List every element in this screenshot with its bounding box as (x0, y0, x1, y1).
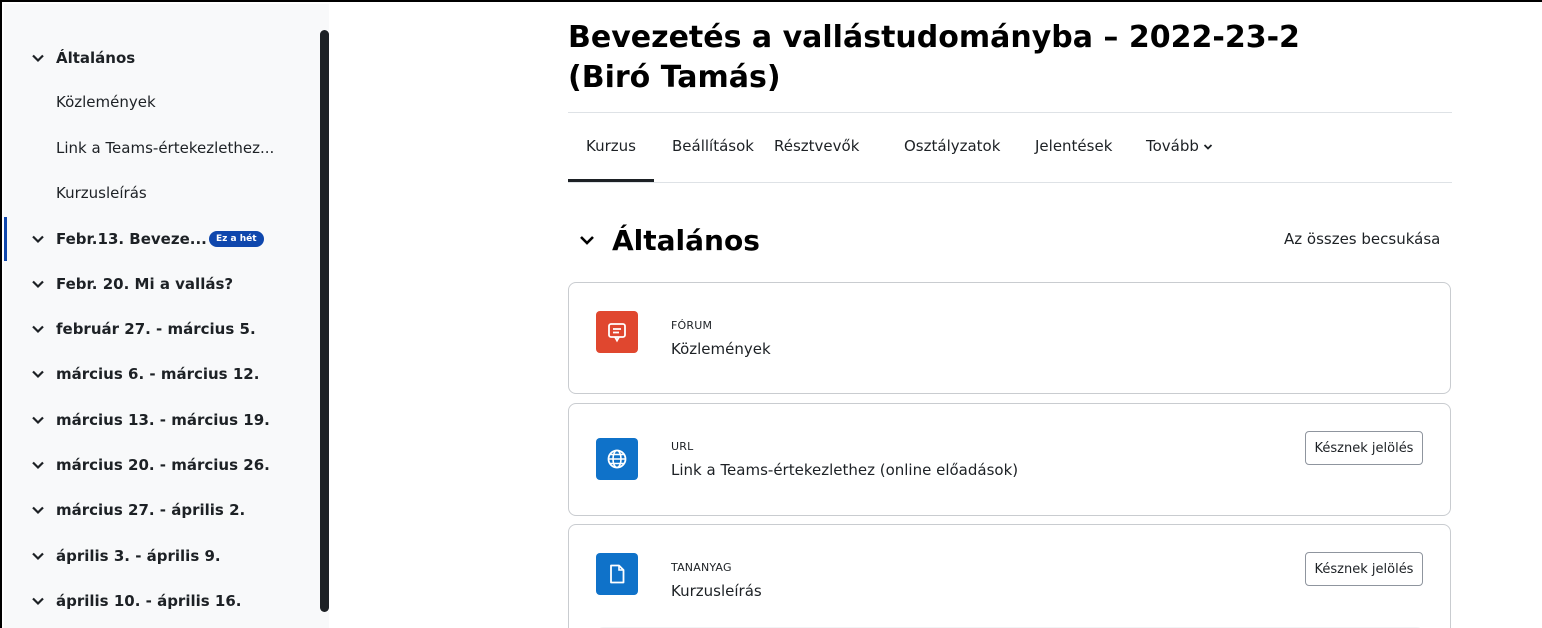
chevron-down-icon[interactable] (31, 413, 45, 427)
tab-reports[interactable]: Jelentések (1035, 128, 1112, 182)
sidebar-item-label: Általános (56, 49, 136, 67)
chevron-down-icon[interactable] (31, 232, 45, 246)
section-header[interactable]: Általános (578, 220, 760, 260)
tab-course[interactable]: Kurzus (568, 128, 654, 182)
app-frame: Általános Közlemények Link a Teams-értek… (0, 0, 1542, 628)
tab-label: Beállítások (672, 137, 754, 155)
chevron-down-icon[interactable] (31, 458, 45, 472)
sidebar-item-label: Febr. 20. Mi a vallás? (56, 275, 234, 293)
tab-more[interactable]: Tovább (1146, 128, 1213, 182)
sidebar-section-mar13[interactable]: március 13. - március 19. (4, 398, 314, 442)
chevron-down-icon[interactable] (31, 322, 45, 336)
sidebar-item-label: április 10. - április 16. (56, 592, 242, 610)
activity-card-forum: FÓRUM Közlemények (568, 282, 1451, 394)
sidebar-item-teams-link[interactable]: Link a Teams-értekezlethez... (4, 126, 314, 170)
activity-card-resource: TANANYAG Kurzusleírás Késznek jelölés (568, 524, 1451, 628)
activity-name-link[interactable]: Kurzusleírás (671, 582, 762, 600)
tab-label: Tovább (1146, 137, 1199, 155)
chevron-down-icon[interactable] (31, 594, 45, 608)
chevron-down-icon[interactable] (31, 367, 45, 381)
chevron-down-icon (1203, 142, 1213, 152)
sidebar-scrollbar[interactable] (320, 30, 329, 612)
sidebar-item-label: március 27. - április 2. (56, 501, 246, 519)
sidebar-section-feb27[interactable]: február 27. - március 5. (4, 307, 314, 351)
sidebar-section-apr10[interactable]: április 10. - április 16. (4, 579, 314, 623)
activity-type-label: TANANYAG (671, 561, 732, 574)
course-index-sidebar: Általános Közlemények Link a Teams-értek… (4, 4, 329, 628)
sidebar-item-label: Link a Teams-értekezlethez... (56, 139, 275, 157)
chevron-down-icon[interactable] (31, 277, 45, 291)
chevron-down-icon[interactable] (578, 231, 596, 249)
collapse-all-link[interactable]: Az összes becsukása (1284, 230, 1440, 248)
sidebar-item-label: Kurzusleírás (56, 184, 147, 202)
tab-label: Jelentések (1035, 137, 1113, 155)
mark-as-done-button[interactable]: Késznek jelölés (1305, 552, 1423, 586)
sidebar-section-mar27[interactable]: március 27. - április 2. (4, 488, 314, 532)
sidebar-item-label: Febr.13. Beveze... (56, 230, 207, 248)
sidebar-section-mar20[interactable]: március 20. - március 26. (4, 443, 314, 487)
activity-name-link[interactable]: Link a Teams-értekezlethez (online előad… (671, 461, 1018, 479)
tab-participants[interactable]: Résztvevők (774, 128, 859, 182)
course-nav-tabs: Kurzus Beállítások Résztvevők Osztályzat… (568, 128, 1452, 183)
forum-icon (596, 311, 638, 353)
tab-label: Résztvevők (774, 137, 860, 155)
section-title: Általános (612, 223, 760, 257)
tab-grades[interactable]: Osztályzatok (904, 128, 1000, 182)
sidebar-section-feb20[interactable]: Febr. 20. Mi a vallás? (4, 262, 314, 306)
divider (568, 112, 1452, 113)
page-title: Bevezetés a vallástudományba – 2022-23-2… (568, 20, 1300, 95)
chevron-down-icon[interactable] (31, 549, 45, 563)
chevron-down-icon[interactable] (31, 503, 45, 517)
sidebar-item-label: március 20. - március 26. (56, 456, 270, 474)
sidebar-item-label: Közlemények (56, 93, 156, 111)
sidebar-section-general[interactable]: Általános (4, 36, 314, 80)
tab-label: Kurzus (586, 137, 636, 155)
activity-type-label: FÓRUM (671, 319, 713, 332)
sidebar-item-course-description[interactable]: Kurzusleírás (4, 171, 314, 215)
tab-label: Osztályzatok (904, 137, 1001, 155)
sidebar-item-label: április 3. - április 9. (56, 547, 221, 565)
sidebar-section-apr3[interactable]: április 3. - április 9. (4, 534, 314, 578)
sidebar-item-label: március 13. - március 19. (56, 411, 270, 429)
sidebar-item-label: március 6. - március 12. (56, 365, 260, 383)
tab-settings[interactable]: Beállítások (672, 128, 754, 182)
chevron-down-icon[interactable] (31, 51, 45, 65)
mark-as-done-button[interactable]: Késznek jelölés (1305, 431, 1423, 465)
activity-name-link[interactable]: Közlemények (671, 340, 771, 358)
activity-type-label: URL (671, 440, 694, 453)
current-week-badge: Ez a hét (209, 231, 264, 247)
sidebar-section-feb13[interactable]: Febr.13. Beveze... Ez a hét (4, 217, 314, 261)
file-icon (596, 553, 638, 595)
globe-icon (596, 438, 638, 480)
sidebar-item-label: február 27. - március 5. (56, 320, 256, 338)
sidebar-section-mar6[interactable]: március 6. - március 12. (4, 352, 314, 396)
sidebar-item-announcements[interactable]: Közlemények (4, 80, 314, 124)
activity-card-url: URL Link a Teams-értekezlethez (online e… (568, 403, 1451, 516)
